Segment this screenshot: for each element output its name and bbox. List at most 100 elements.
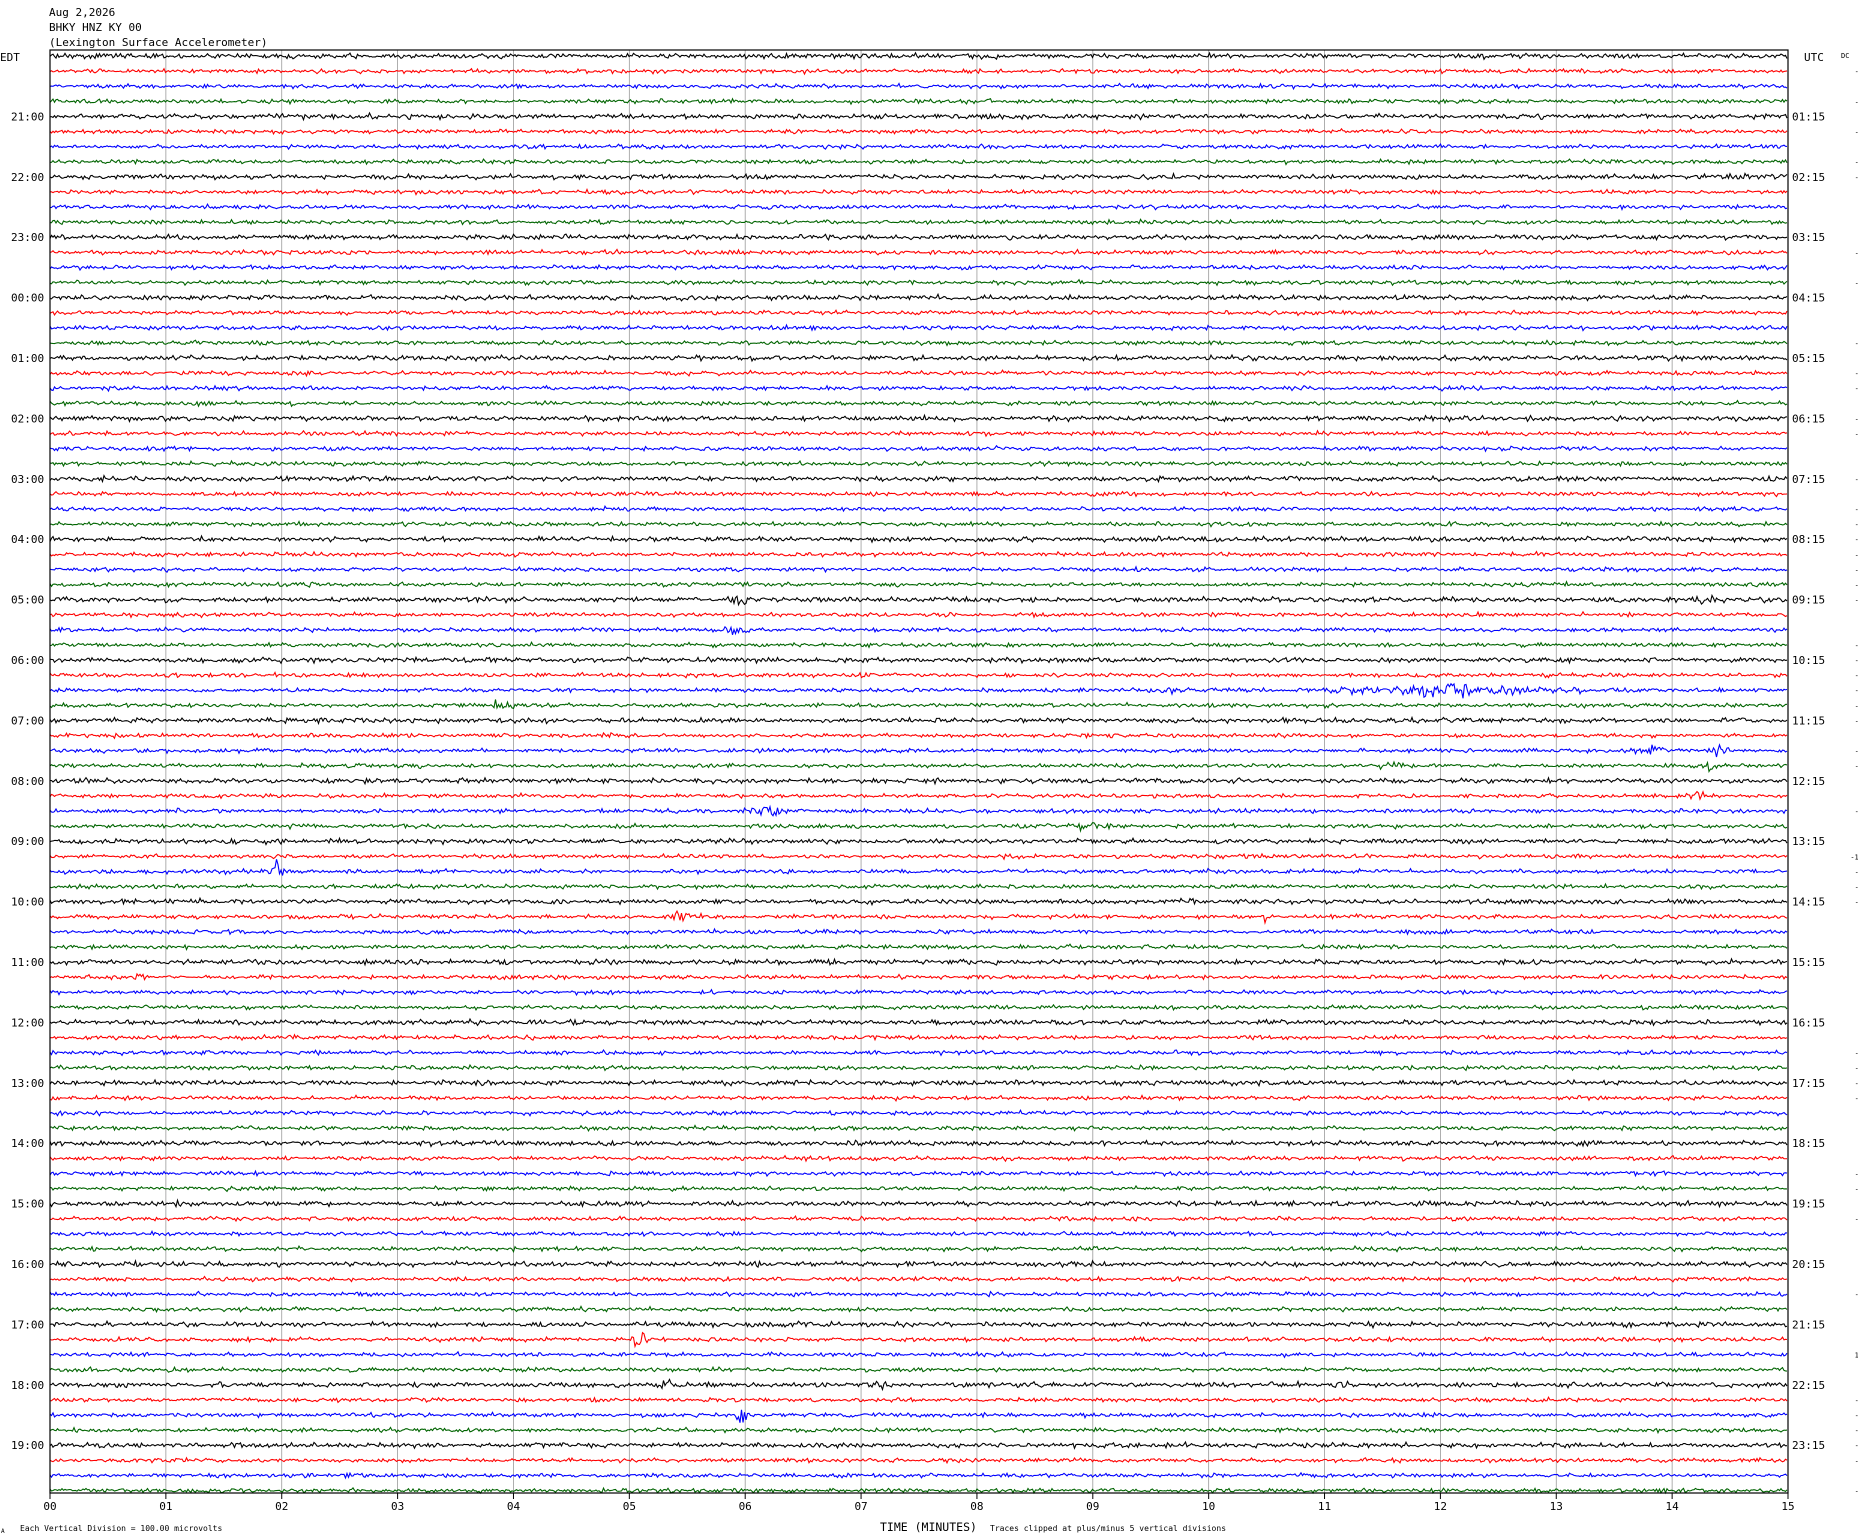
dc-offset-row-53: -14	[1850, 853, 1858, 861]
trace-row-54	[49, 859, 1788, 876]
left-hour-label-19:00: 19:00	[11, 1439, 44, 1452]
trace-row-67	[49, 1063, 1788, 1072]
left-hour-label-17:00: 17:00	[11, 1318, 44, 1331]
trace-row-90	[49, 1409, 1788, 1423]
right-hour-label-13:15: 13:15	[1792, 835, 1825, 848]
trace-row-63	[49, 1003, 1788, 1012]
trace-row-55	[49, 882, 1788, 891]
right-hour-label-18:15: 18:15	[1792, 1137, 1825, 1150]
right-hour-label-14:15: 14:15	[1792, 896, 1825, 909]
trace-row-58	[49, 927, 1788, 936]
trace-row-80	[49, 1259, 1788, 1269]
trace-row-28	[49, 474, 1788, 484]
date-label: Aug 2,2026	[49, 6, 115, 19]
trace-row-38	[49, 625, 1788, 636]
dc-offset-row-69: -1	[1855, 1095, 1858, 1103]
dc-offset-row-89: -2	[1855, 1397, 1858, 1405]
dc-offset-row-24: -1	[1855, 415, 1858, 423]
trace-row-12	[49, 232, 1788, 242]
trace-row-64	[49, 1017, 1788, 1027]
right-hour-label-15:15: 15:15	[1792, 956, 1825, 969]
trace-row-5	[49, 127, 1788, 136]
dc-offset-row-35: -2	[1855, 582, 1858, 590]
right-hour-labels: 01:15 02:15 03:15 04:15 05:15 06:15 07:15 08:15…	[1792, 110, 1825, 1452]
trace-row-65	[49, 1033, 1788, 1042]
x-tick-label-04: 04	[507, 1500, 521, 1513]
left-hour-label-15:00: 15:00	[11, 1198, 44, 1211]
trace-row-73	[49, 1154, 1788, 1163]
left-hour-label-12:00: 12:00	[11, 1016, 44, 1029]
right-hour-label-23:15: 23:15	[1792, 1439, 1825, 1452]
trace-row-44	[49, 715, 1788, 726]
trace-row-86	[49, 1350, 1788, 1359]
dc-offset-row-55: -0	[1855, 884, 1858, 892]
dc-offset-labels: 1-78-40-24-1-18304-73-6311-79-1-34-1-414…	[1850, 68, 1858, 1496]
trace-row-25	[49, 429, 1788, 438]
trace-row-22	[49, 384, 1788, 393]
trace-row-15	[49, 278, 1788, 287]
dc-offset-row-75: -4	[1855, 1186, 1858, 1194]
dc-offset-row-1: -7	[1855, 68, 1858, 76]
dc-offset-row-91: -1	[1855, 1427, 1858, 1435]
dc-offset-row-32: -1	[1855, 536, 1858, 544]
x-tick-label-05: 05	[623, 1500, 636, 1513]
trace-row-6	[49, 143, 1788, 151]
trace-row-81	[49, 1275, 1788, 1283]
trace-row-11	[49, 218, 1788, 226]
trace-row-51	[49, 822, 1788, 833]
trace-row-42	[49, 682, 1788, 699]
x-tick-label-07: 07	[854, 1500, 867, 1513]
dc-offset-row-47: -8	[1855, 763, 1858, 771]
dc-offset-row-90: -0	[1855, 1412, 1858, 1420]
right-hour-label-10:15: 10:15	[1792, 654, 1825, 667]
right-hour-label-06:15: 06:15	[1792, 412, 1825, 425]
dc-offset-row-36: -5	[1855, 597, 1858, 605]
left-hour-label-22:00: 22:00	[11, 171, 44, 184]
right-hour-label-07:15: 07:15	[1792, 473, 1825, 486]
left-timezone-label: EDT	[0, 51, 20, 64]
trace-row-0	[49, 51, 1788, 61]
trace-row-78	[49, 1230, 1788, 1238]
trace-row-76	[49, 1198, 1788, 1209]
trace-row-34	[49, 565, 1788, 574]
right-hour-label-03:15: 03:15	[1792, 231, 1825, 244]
left-hour-label-05:00: 05:00	[11, 594, 44, 607]
trace-row-93	[49, 1456, 1788, 1465]
trace-row-83	[49, 1305, 1788, 1314]
left-hour-label-23:00: 23:00	[11, 231, 44, 244]
right-timezone-label: UTC	[1804, 51, 1824, 64]
dc-offset-row-95: -7	[1855, 1488, 1858, 1496]
x-tick-label-12: 12	[1434, 1500, 1447, 1513]
trace-row-7	[49, 157, 1788, 166]
trace-row-33	[49, 550, 1788, 558]
trace-row-9	[49, 188, 1788, 196]
clip-note: Traces clipped at plus/minus 5 vertical …	[990, 1524, 1226, 1533]
left-hour-label-14:00: 14:00	[11, 1137, 44, 1150]
dc-offset-row-22: -3	[1855, 385, 1858, 393]
trace-row-13	[49, 248, 1788, 256]
trace-row-2	[49, 82, 1788, 91]
trace-row-21	[49, 369, 1788, 378]
dc-offset-row-44: -5	[1855, 717, 1858, 725]
left-hour-labels: 21:00 22:00 23:00 00:00 01:00 02:00 03:00 04:00…	[11, 110, 44, 1452]
trace-row-24	[49, 413, 1788, 423]
trace-row-43	[49, 699, 1788, 710]
dc-offset-row-93: -3	[1855, 1457, 1858, 1465]
x-tick-label-02: 02	[275, 1500, 288, 1513]
left-hour-label-07:00: 07:00	[11, 714, 44, 727]
trace-row-79	[49, 1245, 1788, 1253]
left-hour-label-08:00: 08:00	[11, 775, 44, 788]
dc-offset-row-77: -4	[1855, 1216, 1858, 1224]
dc-offset-row-39: -8	[1855, 642, 1858, 650]
trace-row-27	[49, 459, 1788, 468]
left-hour-label-16:00: 16:00	[11, 1258, 44, 1271]
left-hour-label-11:00: 11:00	[11, 956, 44, 969]
dc-offset-row-31: -7	[1855, 521, 1858, 529]
trace-row-95	[49, 1486, 1788, 1495]
trace-row-29	[49, 490, 1788, 498]
seismic-traces	[49, 51, 1788, 1495]
left-hour-label-21:00: 21:00	[11, 110, 44, 123]
dc-offset-row-33: -2	[1855, 551, 1858, 559]
trace-row-71	[49, 1124, 1788, 1133]
trace-row-3	[49, 97, 1788, 106]
